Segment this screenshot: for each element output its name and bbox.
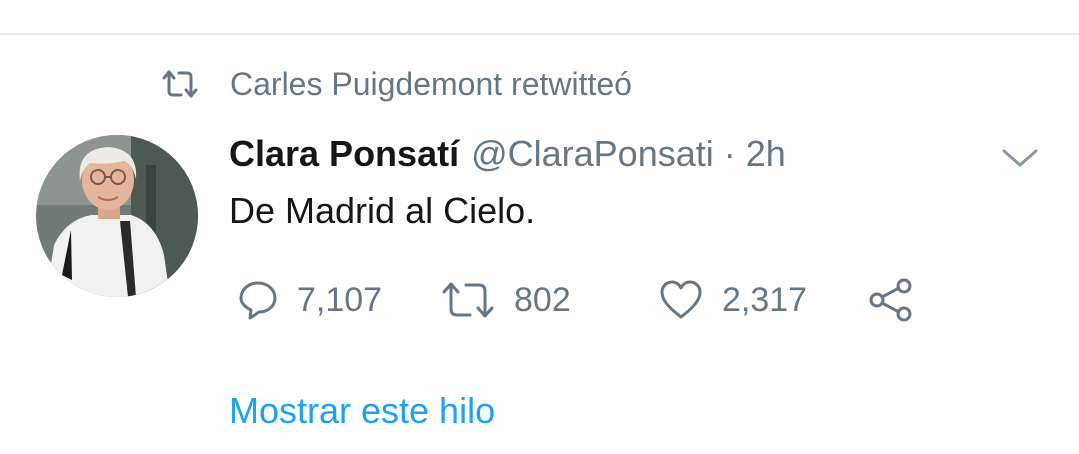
tweet-text: De Madrid al Cielo. [229,190,536,231]
author-handle[interactable]: @ClaraPonsati [471,133,714,175]
top-divider [0,33,1079,35]
header-separator: · [723,133,736,174]
reply-icon [237,279,279,321]
author-name[interactable]: Clara Ponsatí [229,133,459,175]
retweet-count: 802 [514,280,571,319]
show-thread-link[interactable]: Mostrar este hilo [229,390,495,432]
share-button[interactable] [868,275,914,325]
like-count: 2,317 [722,280,808,319]
heart-icon [658,279,704,321]
retweet-button[interactable]: 802 [440,275,571,325]
reply-button[interactable]: 7,107 [237,275,382,325]
retweet-icon [160,69,200,99]
tweet-header: Clara Ponsatí @ClaraPonsati · 2h [229,131,786,177]
retweet-context-text: Carles Puigdemont retwitteó [230,65,632,102]
share-icon [868,277,914,323]
retweet-icon [440,279,496,321]
like-button[interactable]: 2,317 [658,275,807,325]
avatar[interactable] [36,135,198,297]
chevron-down-icon[interactable] [1000,145,1040,171]
retweet-context[interactable]: Carles Puigdemont retwitteó [160,62,632,106]
reply-count: 7,107 [297,280,383,319]
tweet-timestamp[interactable]: 2h [746,133,786,175]
